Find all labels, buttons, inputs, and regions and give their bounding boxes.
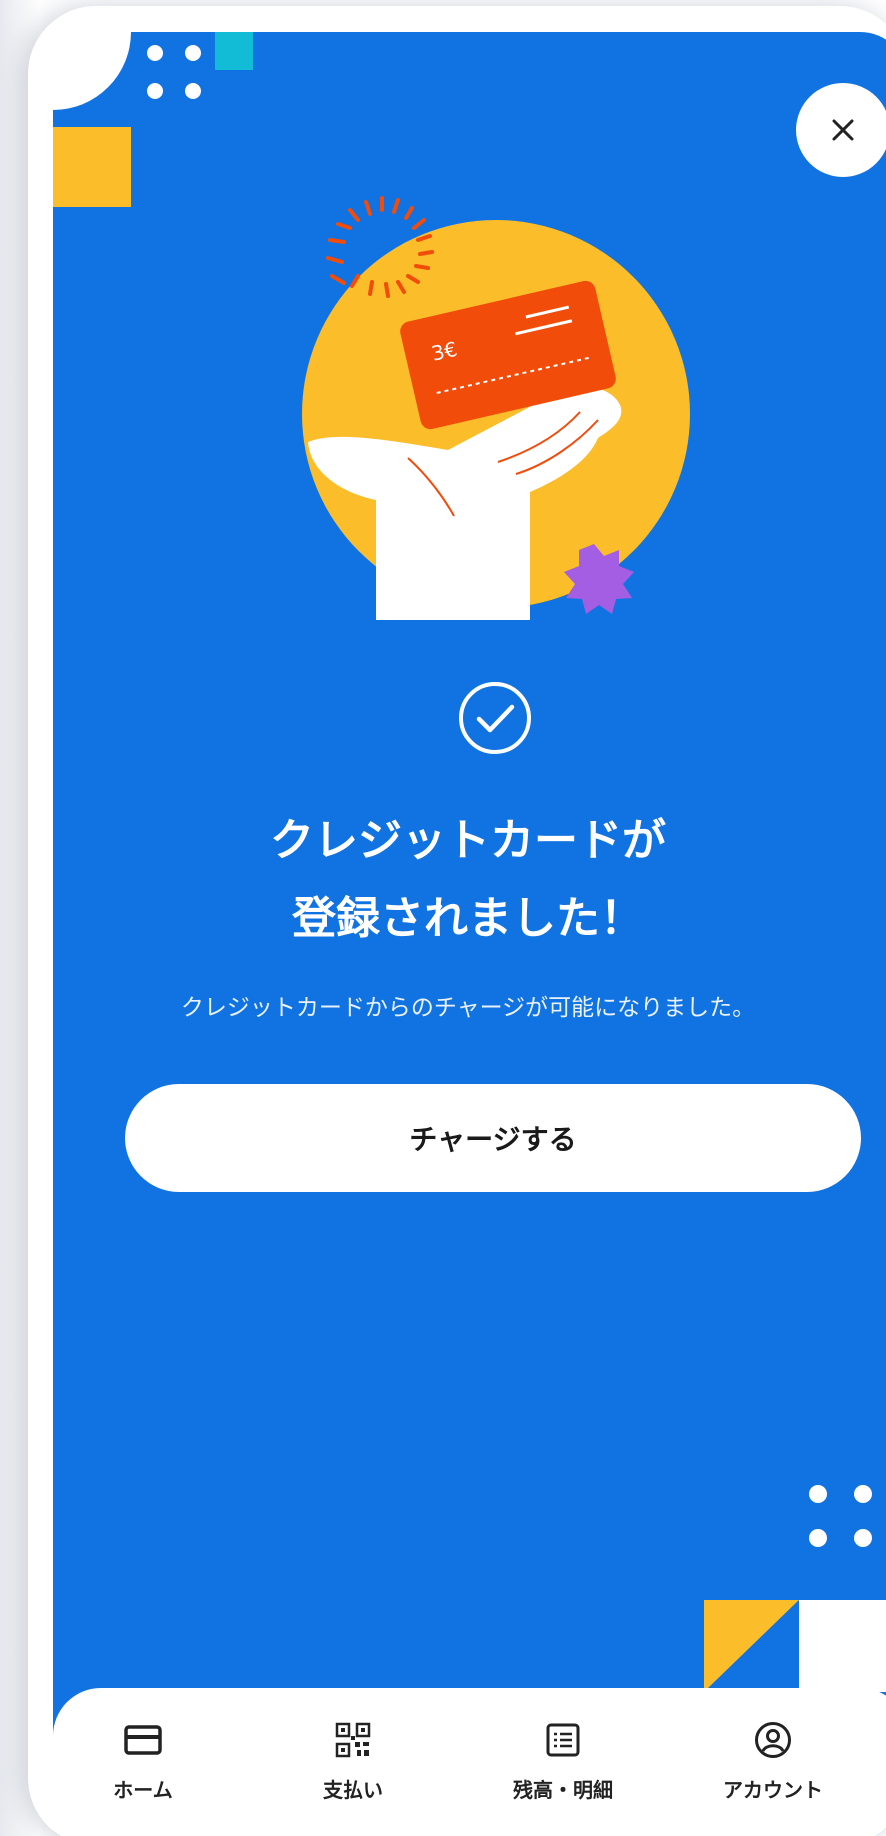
success-title-line2: 登録されました！ <box>292 893 644 944</box>
charge-button[interactable]: チャージする <box>125 1084 861 1192</box>
nav-item-home[interactable]: ホーム <box>53 1720 233 1820</box>
nav-label-home: ホーム <box>113 1778 173 1802</box>
statement-icon <box>543 1720 583 1760</box>
success-title-line1: クレジットカードが <box>270 815 666 866</box>
top-left-decoration <box>53 32 253 207</box>
card-icon <box>123 1720 163 1760</box>
success-screen: 3€ クレジットカードが 登録されました！ クレジットカードからのチャージが可能… <box>53 32 886 1836</box>
success-title: クレジットカードが 登録されました！ <box>53 802 886 958</box>
nav-item-account[interactable]: アカウント <box>683 1720 863 1820</box>
charge-button-label: チャージする <box>409 1123 577 1156</box>
nav-item-payment[interactable]: 支払い <box>263 1720 443 1820</box>
check-circle-icon <box>459 682 531 754</box>
nav-label-payment: 支払い <box>323 1778 383 1802</box>
page: 3€ クレジットカードが 登録されました！ クレジットカードからのチャージが可能… <box>0 0 886 1836</box>
phone-frame: 3€ クレジットカードが 登録されました！ クレジットカードからのチャージが可能… <box>28 6 886 1836</box>
bottom-navigation: ホーム 支払い 残高・明細 アカウント <box>53 1688 886 1836</box>
qr-code-icon <box>333 1720 373 1760</box>
account-icon <box>753 1720 793 1760</box>
close-icon <box>832 119 854 141</box>
nav-label-statement: 残高・明細 <box>513 1778 613 1802</box>
close-button[interactable] <box>796 83 886 177</box>
nav-item-statement[interactable]: 残高・明細 <box>473 1720 653 1820</box>
nav-label-account: アカウント <box>723 1778 823 1802</box>
success-subtitle: クレジットカードからのチャージが可能になりました。 <box>180 995 756 1021</box>
card-registered-illustration: 3€ <box>302 196 690 620</box>
bottom-right-decoration <box>658 1485 886 1722</box>
